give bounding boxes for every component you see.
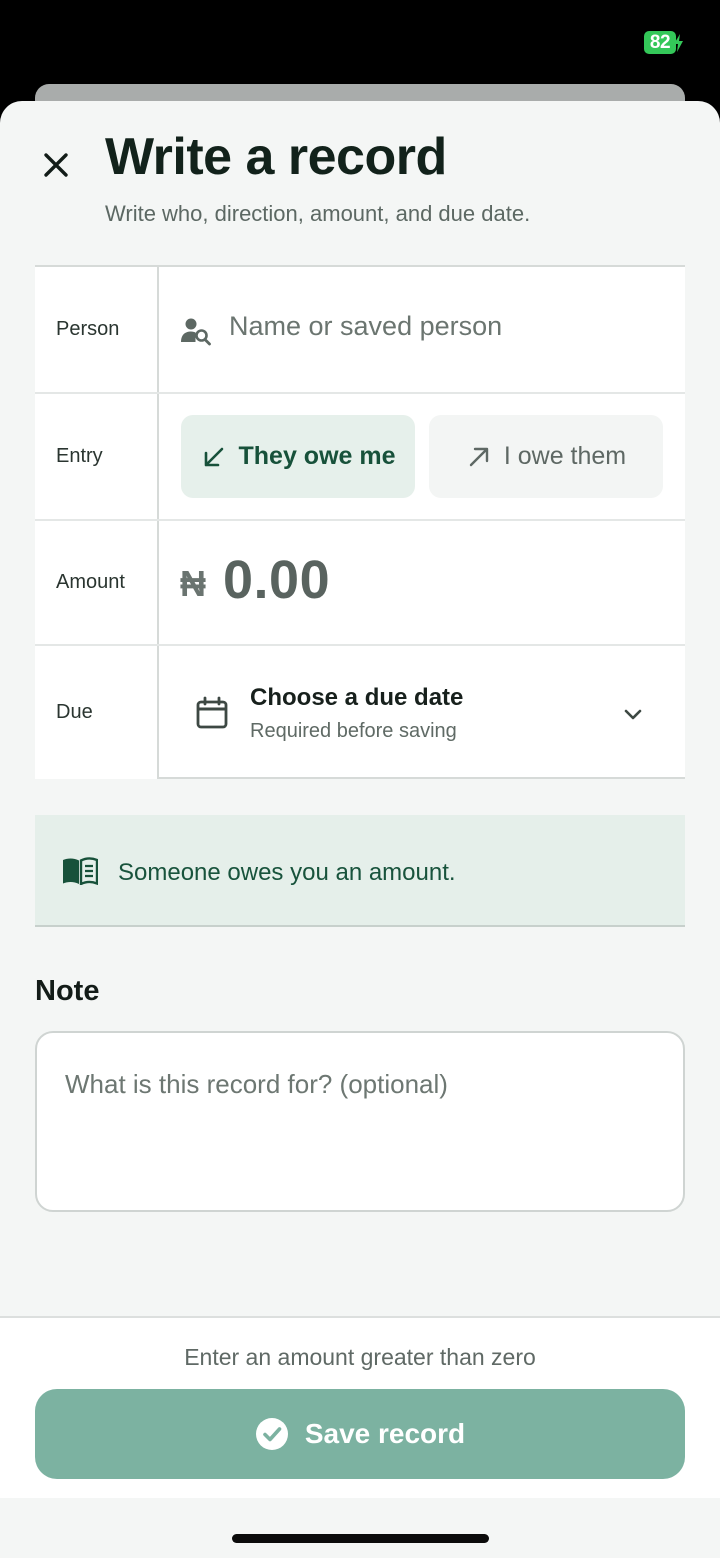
they-owe-me-toggle[interactable]: They owe me bbox=[181, 415, 415, 498]
note-input[interactable] bbox=[35, 1031, 685, 1212]
entry-label: Entry bbox=[35, 394, 159, 519]
home-area bbox=[0, 1498, 720, 1558]
entry-field: They owe me I owe them bbox=[159, 394, 685, 519]
record-form: Person Name or saved person Entry They o… bbox=[35, 265, 685, 779]
amount-field[interactable]: ₦ 0.00 bbox=[159, 521, 685, 644]
battery-indicator: 82 bbox=[644, 31, 676, 54]
calendar-icon bbox=[196, 696, 228, 729]
amount-input[interactable]: 0.00 bbox=[223, 549, 330, 611]
person-search-icon bbox=[181, 318, 211, 346]
i-owe-them-toggle[interactable]: I owe them bbox=[429, 415, 663, 498]
save-record-button[interactable]: Save record bbox=[35, 1389, 685, 1479]
close-icon[interactable] bbox=[38, 147, 74, 183]
i-owe-them-label: I owe them bbox=[503, 442, 627, 470]
amount-row: Amount ₦ 0.00 bbox=[35, 521, 685, 646]
info-banner: Someone owes you an amount. bbox=[35, 815, 685, 927]
person-field[interactable]: Name or saved person bbox=[159, 267, 685, 392]
person-label: Person bbox=[35, 267, 159, 392]
due-label: Due bbox=[35, 646, 159, 779]
entry-row: Entry They owe me I owe them bbox=[35, 394, 685, 521]
info-text: Someone owes you an amount. bbox=[118, 859, 456, 886]
note-label: Note bbox=[35, 975, 100, 1007]
home-indicator[interactable] bbox=[232, 1534, 489, 1543]
arrow-down-left-icon bbox=[204, 447, 223, 466]
save-record-label: Save record bbox=[304, 1418, 466, 1449]
they-owe-me-label: They owe me bbox=[238, 442, 396, 470]
page-title: Write a record bbox=[105, 128, 447, 186]
due-date-title: Choose a due date bbox=[250, 684, 464, 711]
charging-bolt-icon bbox=[674, 34, 683, 52]
chevron-down-icon bbox=[624, 709, 642, 720]
currency-symbol: ₦ bbox=[180, 563, 206, 604]
arrow-up-right-icon bbox=[469, 447, 489, 466]
due-date-picker[interactable]: Choose a due date Required before saving bbox=[159, 646, 685, 779]
record-sheet: Write a record Write who, direction, amo… bbox=[0, 101, 720, 1558]
due-row: Due Choose a due date Required before sa… bbox=[35, 646, 685, 779]
page-subtitle: Write who, direction, amount, and due da… bbox=[105, 201, 531, 226]
status-bar: 82 bbox=[0, 0, 720, 84]
validation-hint: Enter an amount greater than zero bbox=[184, 1344, 536, 1370]
person-row: Person Name or saved person bbox=[35, 267, 685, 394]
footer: Enter an amount greater than zero Save r… bbox=[0, 1316, 720, 1498]
check-circle-icon bbox=[255, 1418, 288, 1450]
person-input[interactable]: Name or saved person bbox=[229, 311, 502, 342]
due-date-hint: Required before saving bbox=[250, 720, 457, 742]
amount-label: Amount bbox=[35, 521, 159, 644]
book-icon bbox=[63, 857, 98, 885]
